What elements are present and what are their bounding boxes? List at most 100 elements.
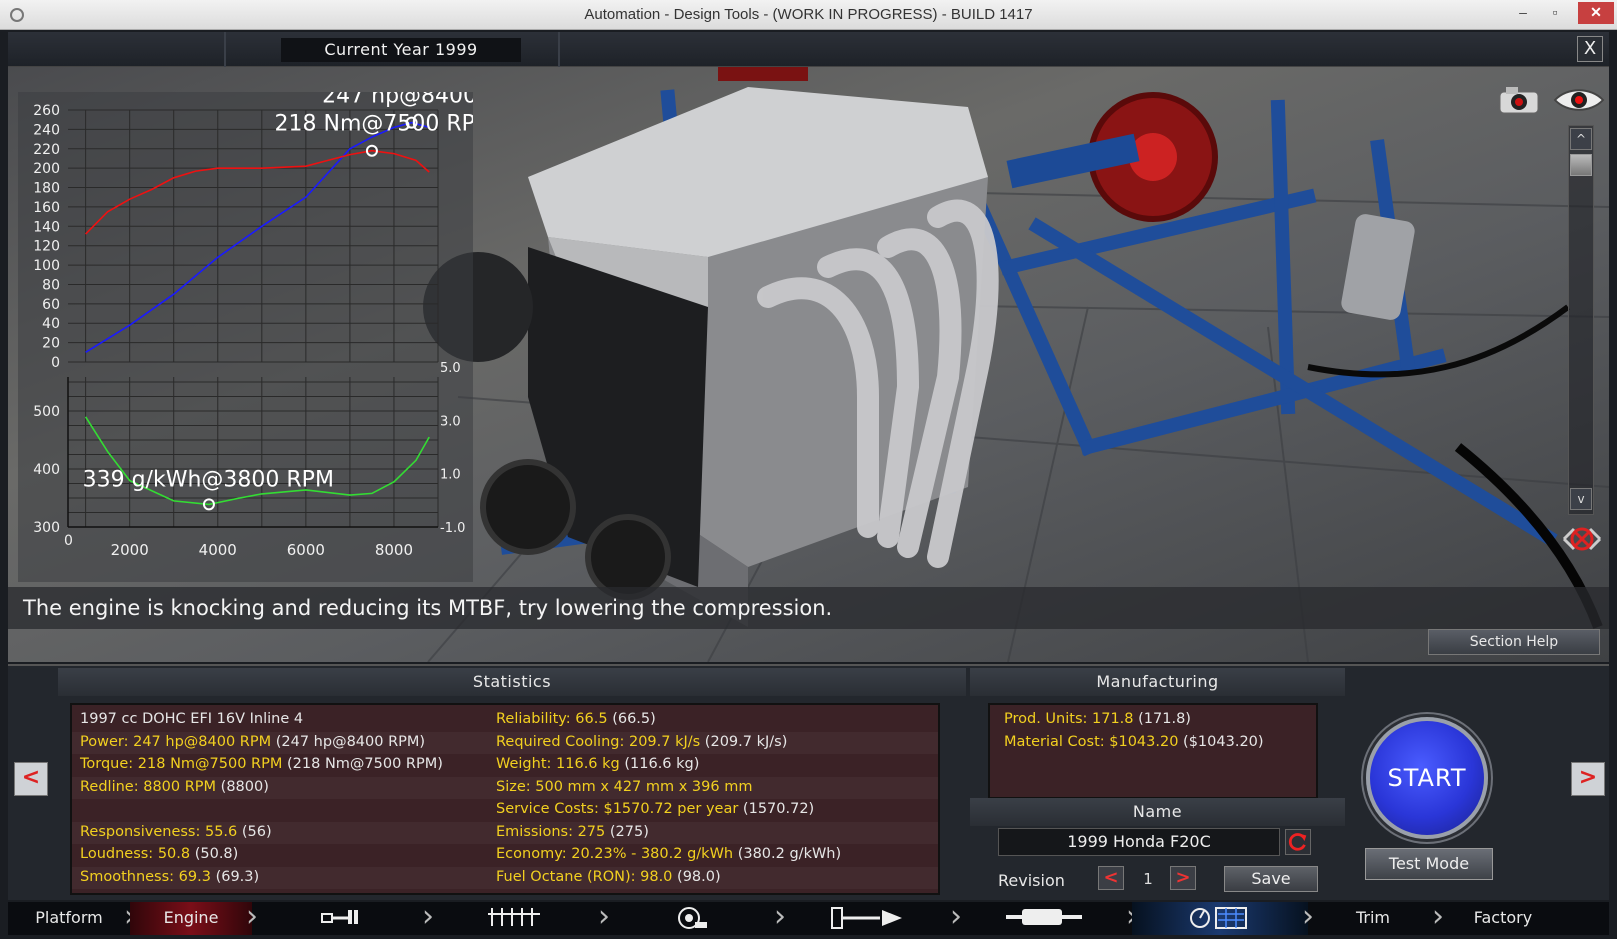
stat-row: Fuel Octane (RON): 98.0 (98.0)	[496, 869, 721, 891]
nav-tab-fuel-system[interactable]	[780, 902, 956, 935]
nav-tab-platform[interactable]: Platform	[8, 902, 130, 935]
dyno-chart: 0 20 40 60 80 100 120 140 160 180 200 220 240 260 300 4…	[18, 92, 473, 582]
stat-value: 218 Nm@7500 RPM	[137, 756, 283, 772]
stat-row: Smoothness: 69.3 (69.3)	[80, 869, 259, 891]
stat-value: 116.6 kg	[556, 756, 620, 772]
exhaust-icon	[1006, 906, 1082, 938]
nav-tab-crankshaft[interactable]	[252, 902, 428, 935]
stat-row: Responsiveness: 55.6 (56)	[80, 824, 272, 846]
close-window-button[interactable]: ✕	[1578, 2, 1614, 24]
stat-value: 171.8	[1092, 711, 1134, 727]
engine-viewport[interactable]: 0 20 40 60 80 100 120 140 160 180 200 220 240 260 300 4…	[8, 67, 1609, 662]
y-tick-label: 0	[51, 355, 60, 371]
stat-row: 1997 cc DOHC EFI 16V Inline 4	[80, 711, 303, 733]
stat-label: Smoothness:	[80, 868, 179, 885]
section-help-button[interactable]: Section Help	[1428, 629, 1600, 655]
stat-value: 275	[577, 823, 606, 840]
manufacturing-panel: Prod. Units: 171.8 (171.8) Material Cost:…	[988, 703, 1318, 799]
maximize-button[interactable]: ▫	[1540, 2, 1570, 24]
stat-label: Responsiveness:	[80, 823, 205, 840]
stat-row: Weight: 116.6 kg (116.6 kg)	[496, 756, 699, 778]
next-section-button[interactable]: >	[1571, 762, 1605, 796]
revision-label: Revision	[998, 871, 1065, 890]
stat-value: 8800 RPM	[143, 778, 217, 795]
y-tick-label: 500	[33, 404, 60, 420]
right-tick-label: 3.0	[440, 414, 461, 429]
stat-value: 98.0	[640, 868, 673, 885]
hint-message: The engine is knocking and reducing its …	[8, 587, 1609, 629]
reset-view-icon[interactable]	[1560, 522, 1604, 556]
revision-next-button[interactable]: >	[1170, 866, 1196, 890]
name-header: Name	[970, 798, 1345, 826]
stat-previous: (275)	[605, 823, 649, 840]
stat-previous: (98.0)	[672, 868, 721, 885]
stat-label: Material Cost:	[1004, 733, 1110, 750]
y-tick-label: 260	[33, 103, 60, 119]
start-button[interactable]: START	[1366, 717, 1488, 839]
nav-tab-exhaust[interactable]	[956, 902, 1132, 935]
x-tick-label: 4000	[199, 541, 237, 559]
stat-previous: (8800)	[216, 778, 269, 795]
series-line	[85, 121, 430, 353]
test-mode-button[interactable]: Test Mode	[1365, 848, 1493, 880]
right-tick-label: 5.0	[440, 361, 461, 376]
manufacturing-row: Prod. Units: 171.8 (171.8)	[1004, 711, 1191, 733]
stat-value: $1570.72 per year	[603, 801, 739, 817]
stat-row: Reliability: 66.5 (66.5)	[496, 711, 656, 733]
y-tick-label: 80	[42, 277, 60, 293]
stat-label: Reliability:	[496, 711, 576, 727]
scroll-thumb[interactable]	[1570, 154, 1592, 176]
stat-previous: (66.5)	[607, 711, 656, 727]
stat-label: Size:	[496, 778, 536, 795]
stat-label: Service Costs:	[496, 801, 604, 817]
valvetrain-icon	[488, 906, 544, 938]
stat-value: 66.5	[575, 711, 608, 727]
nav-tab-valvetrain[interactable]	[428, 902, 604, 935]
y-tick-label: 100	[33, 258, 60, 274]
dyno-chart-svg: 0 20 40 60 80 100 120 140 160 180 200 220 240 260 300 4…	[33, 92, 473, 559]
save-button[interactable]: Save	[1224, 866, 1318, 892]
eye-icon[interactable]	[1553, 85, 1605, 115]
lower-grid	[68, 377, 439, 528]
stat-row: Emissions: 275 (275)	[496, 824, 649, 846]
stat-label: Torque:	[80, 756, 138, 772]
stat-previous: (1570.72)	[738, 801, 815, 817]
scroll-down-button[interactable]: v	[1570, 488, 1592, 510]
nav-tab-trim[interactable]: Trim	[1308, 902, 1438, 935]
bottom-panel: < Statistics 1997 cc DOHC EFI 16V Inline…	[8, 664, 1609, 900]
prev-section-button[interactable]: <	[14, 762, 48, 796]
peak-annotation: 218 Nm@7500 RPM	[275, 112, 473, 137]
stat-label: Power:	[80, 733, 134, 750]
nav-tab-dyno[interactable]	[1132, 902, 1308, 935]
view-scrollbar[interactable]: ^ v	[1568, 125, 1594, 515]
scroll-up-button[interactable]: ^	[1570, 128, 1592, 150]
stat-previous: (50.8)	[190, 846, 239, 862]
stat-value: 20.23% - 380.2 g/kWh	[571, 846, 734, 862]
fuel-system-icon	[830, 906, 906, 939]
stat-row: Torque: 218 Nm@7500 RPM (218 Nm@7500 RPM…	[80, 756, 443, 778]
nav-tab-factory[interactable]: Factory	[1438, 902, 1568, 935]
chart-annotations: 247 hp@8400 RPM 218 Nm@7500 RPM 339 g/kWh@…	[83, 92, 473, 492]
y-tick-label: 200	[33, 161, 60, 177]
window-title: Automation - Design Tools - (WORK IN PRO…	[584, 6, 1033, 23]
y-tick-label: 400	[33, 462, 60, 478]
nav-tab-engine[interactable]: Engine	[130, 902, 252, 935]
peak-annotation: 247 hp@8400 RPM	[322, 92, 473, 109]
y-tick-label: 300	[33, 520, 60, 536]
minimize-button[interactable]: –	[1508, 2, 1538, 24]
divider	[224, 32, 226, 67]
stat-row: Economy: 20.23% - 380.2 g/kWh (380.2 g/k…	[496, 846, 841, 868]
camera-icon[interactable]	[1498, 85, 1540, 115]
y-tick-label: 40	[42, 316, 60, 332]
refresh-name-icon[interactable]	[1285, 829, 1311, 855]
nav-tab-turbo[interactable]	[604, 902, 780, 935]
x-zero-label: 0	[64, 533, 73, 549]
close-view-button[interactable]: X	[1577, 36, 1603, 62]
y-tick-label: 240	[33, 122, 60, 138]
peak-annotation: 339 g/kWh@3800 RPM	[83, 467, 334, 492]
engine-name-input[interactable]: 1999 Honda F20C	[998, 828, 1280, 856]
x-tick-label: 6000	[287, 541, 325, 559]
stat-row: Loudness: 50.8 (50.8)	[80, 846, 238, 868]
revision-prev-button[interactable]: <	[1098, 866, 1124, 890]
stat-previous: (218 Nm@7500 RPM)	[282, 756, 443, 772]
